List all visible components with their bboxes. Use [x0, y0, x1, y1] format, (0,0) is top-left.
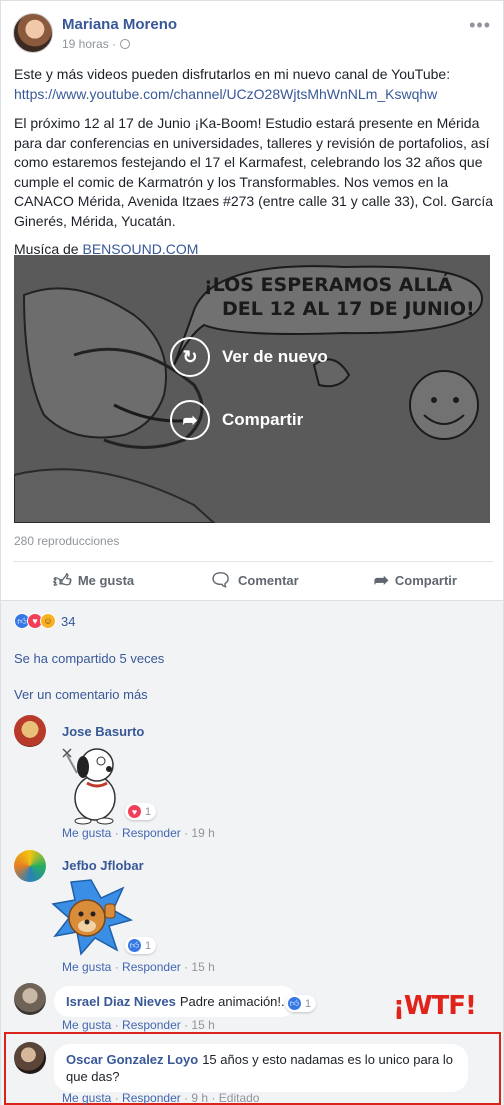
globe-icon — [120, 39, 131, 49]
like-reaction-icon: 👍︎ — [287, 996, 302, 1011]
wtf-annotation: ¡WTF! — [393, 991, 477, 1021]
comment-actions: Me gusta · Responder · 9 h · Editado — [62, 1091, 260, 1105]
like-button[interactable]: 👍︎ Me gusta — [13, 570, 174, 592]
commenter-name[interactable]: Oscar Gonzalez Loyo — [66, 1052, 198, 1067]
drawn-text-line2: DEL 12 AL 17 DE JUNIO! — [222, 298, 475, 320]
comment-like-link[interactable]: Me gusta — [62, 826, 111, 840]
share-label: Compartir — [394, 573, 457, 588]
video-share-label: Compartir — [222, 410, 304, 429]
comments-section: 👍︎ ♥ ☺ 34 Se ha compartido 5 veces Ver u… — [1, 600, 503, 1105]
comment-like-link[interactable]: Me gusta — [62, 960, 111, 974]
view-more-comments[interactable]: Ver un comentario más — [14, 687, 148, 702]
reactions-summary[interactable]: 👍︎ ♥ ☺ 34 — [14, 613, 75, 629]
facebook-post: Mariana Moreno 19 horas · ••• Este y más… — [0, 0, 504, 1105]
drawn-text-line1: ¡LOS ESPERAMOS ALLÁ — [204, 273, 453, 296]
author-name[interactable]: Mariana Moreno — [62, 16, 177, 33]
comment-reaction-count: 1 — [305, 997, 312, 1010]
commenter-name[interactable]: Jefbo Jflobar — [62, 858, 144, 873]
more-options-icon[interactable]: ••• — [469, 15, 491, 36]
video-thumbnail: ¡LOS ESPERAMOS ALLÁ DEL 12 AL 17 DE JUNI… — [14, 255, 490, 523]
reactions-count: 34 — [61, 613, 76, 629]
post-time[interactable]: 19 horas — [62, 37, 109, 51]
replay-label: Ver de nuevo — [222, 347, 328, 366]
comment-edited[interactable]: Editado — [219, 1091, 260, 1105]
video-share-button[interactable]: ➦ Compartir — [170, 400, 303, 440]
comment-time[interactable]: 19 h — [191, 826, 214, 840]
speech-bubble-icon: 🗨︎ — [209, 570, 233, 590]
commenter-name[interactable]: Israel Diaz Nieves — [66, 994, 176, 1009]
comment-like-link[interactable]: Me gusta — [62, 1091, 111, 1105]
post-body: Este y más videos pueden disfrutarlos en… — [14, 65, 494, 270]
share-icon: ➦ — [373, 570, 389, 590]
comment-time[interactable]: 15 h — [191, 960, 214, 974]
comment-actions: Me gusta · Responder · 19 h — [62, 826, 215, 840]
comment-reply-link[interactable]: Responder — [122, 960, 181, 974]
share-arrow-icon: ➦ — [170, 400, 210, 440]
video-player[interactable]: ¡LOS ESPERAMOS ALLÁ DEL 12 AL 17 DE JUNI… — [14, 255, 490, 523]
replay-button[interactable]: ↻ Ver de nuevo — [170, 337, 328, 377]
like-reaction-icon: 👍︎ — [127, 938, 142, 953]
view-count: 280 reproducciones — [14, 534, 120, 548]
replay-icon: ↻ — [170, 337, 210, 377]
comment-actions: Me gusta · Responder · 15 h — [62, 960, 215, 974]
comment-time[interactable]: 9 h — [191, 1091, 208, 1105]
comment-text: Padre animación!. — [179, 994, 285, 1009]
author-avatar[interactable] — [13, 13, 53, 53]
love-reaction-icon: ♥ — [127, 804, 142, 819]
comment-reaction-count: 1 — [145, 805, 152, 818]
post-paragraph: El próximo 12 al 17 de Junio ¡Ka-Boom! E… — [14, 115, 494, 229]
comment-bubble: Israel Diaz Nieves Padre animación!. — [54, 986, 297, 1017]
comment-reactions[interactable]: 👍︎ 1 — [125, 937, 157, 954]
haha-reaction-icon: ☺ — [40, 613, 56, 629]
post-meta: 19 horas · — [62, 37, 131, 51]
share-button[interactable]: ➦ Compartir — [334, 570, 493, 591]
commenter-avatar[interactable] — [14, 983, 46, 1015]
commenter-name[interactable]: Jose Basurto — [62, 724, 144, 739]
comment-time[interactable]: 15 h — [191, 1018, 214, 1032]
comment-reply-link[interactable]: Responder — [122, 1018, 181, 1032]
comment-reply-link[interactable]: Responder — [122, 826, 181, 840]
comment-reactions[interactable]: 👍︎ 1 — [285, 995, 317, 1012]
comment-reaction-count: 1 — [145, 939, 152, 952]
action-bar: 👍︎ Me gusta 🗨︎ Comentar ➦ Compartir — [13, 561, 493, 599]
post-text-intro: Este y más videos pueden disfrutarlos en… — [14, 66, 451, 82]
comment-bubble: Oscar Gonzalez Loyo 15 años y esto nadama… — [54, 1044, 468, 1092]
like-label: Me gusta — [77, 573, 135, 588]
comment-like-link[interactable]: Me gusta — [62, 1018, 111, 1032]
sticker-puppy-thumbs-up — [51, 879, 133, 956]
commenter-avatar[interactable] — [14, 850, 46, 882]
sticker-dog — [62, 748, 116, 825]
thumbs-up-icon: 👍︎ — [53, 570, 72, 591]
comment-reactions[interactable]: ♥ 1 — [125, 803, 157, 820]
commenter-avatar[interactable] — [14, 1042, 46, 1074]
comment-reply-link[interactable]: Responder — [122, 1091, 181, 1105]
comment-label: Comentar — [238, 573, 299, 588]
commenter-avatar[interactable] — [14, 715, 46, 747]
youtube-link[interactable]: https://www.youtube.com/channel/UCzO28Wj… — [14, 86, 437, 102]
comment-actions: Me gusta · Responder · 15 h — [62, 1018, 215, 1032]
shares-count[interactable]: Se ha compartido 5 veces — [14, 651, 164, 666]
comment-button[interactable]: 🗨︎ Comentar — [209, 570, 299, 591]
